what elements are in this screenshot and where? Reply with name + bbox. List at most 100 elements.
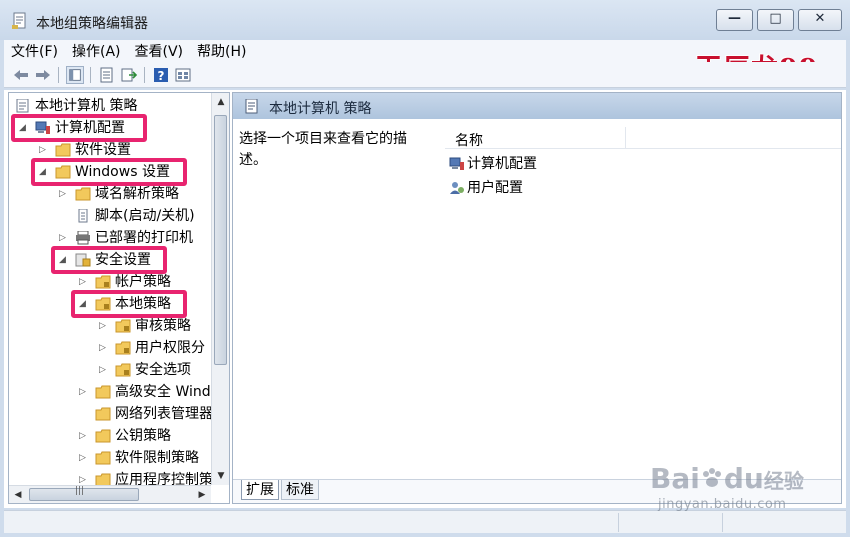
computer-config-icon <box>35 121 50 134</box>
collapse-arrow-icon[interactable]: ▷ <box>79 425 89 447</box>
lock-folder-icon <box>95 297 111 311</box>
paw-icon <box>702 468 721 487</box>
tree-item-label: 公钥策略 <box>115 428 171 444</box>
scroll-thumb[interactable]: ||| <box>29 486 139 501</box>
menu-file[interactable]: 文件(F) <box>4 41 65 61</box>
forward-arrow-icon[interactable] <box>34 66 52 84</box>
properties-icon[interactable] <box>98 66 116 84</box>
tree-item-label: 帐户策略 <box>115 274 171 290</box>
collapse-arrow-icon[interactable]: ▷ <box>59 227 69 249</box>
tree-item-public-key[interactable]: ▷ 公钥策略 <box>13 425 213 447</box>
tree-item-security-options[interactable]: ▷ 安全选项 <box>13 359 213 381</box>
watermark-brand-2: du <box>723 462 764 495</box>
details-pane: 本地计算机 策略 选择一个项目来查看它的描述。 名称 计算机配置 用户配置 扩展… <box>232 92 842 504</box>
column-name[interactable]: 名称 <box>455 130 483 150</box>
tree-item-label: 域名解析策略 <box>95 186 179 202</box>
details-header-title: 本地计算机 策略 <box>269 101 372 117</box>
tree-item-software-restriction[interactable]: ▷ 软件限制策略 <box>13 447 213 469</box>
script-icon <box>78 209 88 223</box>
details-header: 本地计算机 策略 <box>233 93 841 119</box>
tree-item-label: 软件设置 <box>75 142 131 158</box>
collapse-arrow-icon[interactable]: ▷ <box>79 271 89 293</box>
tree-item-security-settings[interactable]: ◢ 安全设置 <box>13 249 213 271</box>
folder-icon <box>95 451 111 465</box>
tree-item-user-rights[interactable]: ▷ 用户权限分 <box>13 337 213 359</box>
scroll-down-icon[interactable]: ▼ <box>212 467 229 485</box>
collapse-arrow-icon[interactable]: ▷ <box>79 447 89 469</box>
toolbar: ? <box>4 62 846 88</box>
tree-item-scripts[interactable]: 脚本(启动/关机) <box>13 205 213 227</box>
show-hide-tree-icon[interactable] <box>66 66 84 84</box>
scroll-thumb[interactable] <box>214 115 227 365</box>
export-list-icon[interactable] <box>120 66 138 84</box>
menu-action[interactable]: 操作(A) <box>65 41 128 61</box>
tree-item-label: 软件限制策略 <box>115 450 199 466</box>
tree-pane: 本地计算机 策略 ◢ 计算机配置 ▷ 软件设置 ◢ Windows 设置 ▷ 域… <box>8 92 230 504</box>
folder-icon <box>55 143 71 157</box>
baidu-watermark: Bai du经验 <box>650 462 804 495</box>
expand-arrow-icon[interactable]: ◢ <box>39 161 49 183</box>
close-icon: ✕ <box>814 11 826 26</box>
tree-item-software-settings[interactable]: ▷ 软件设置 <box>13 139 163 161</box>
tree-root[interactable]: 本地计算机 策略 <box>13 95 153 117</box>
expand-arrow-icon[interactable]: ◢ <box>19 117 29 139</box>
scroll-up-icon[interactable]: ▲ <box>212 93 229 111</box>
tree-item-windows-settings[interactable]: ◢ Windows 设置 <box>13 161 183 183</box>
tree-item-label: Windows 设置 <box>75 164 170 180</box>
lock-folder-icon <box>95 275 111 289</box>
watermark-suffix: 经验 <box>763 469 804 493</box>
computer-config-icon <box>449 157 464 170</box>
policy-editor-icon <box>12 12 26 29</box>
close-button[interactable]: ✕ <box>798 9 842 31</box>
collapse-arrow-icon[interactable]: ▷ <box>99 337 109 359</box>
collapse-arrow-icon[interactable]: ▷ <box>79 381 89 403</box>
watermark-url: jingyan.baidu.com <box>658 497 787 512</box>
status-bar <box>4 510 846 533</box>
tree-item-account-policy[interactable]: ▷ 帐户策略 <box>13 271 213 293</box>
collapse-arrow-icon[interactable]: ▷ <box>99 359 109 381</box>
folder-icon <box>55 165 71 179</box>
filter-view-icon[interactable] <box>174 66 192 84</box>
security-folder-icon <box>75 253 91 267</box>
minimize-icon: — <box>728 11 741 26</box>
tree-item-label: 安全选项 <box>135 362 191 378</box>
collapse-arrow-icon[interactable]: ▷ <box>99 315 109 337</box>
tree-item-computer-config[interactable]: ◢ 计算机配置 <box>13 117 153 139</box>
title-bar: 本地组策略编辑器 — □ ✕ <box>0 0 850 40</box>
help-icon[interactable]: ? <box>152 66 170 84</box>
main-area: 本地计算机 策略 ◢ 计算机配置 ▷ 软件设置 ◢ Windows 设置 ▷ 域… <box>4 90 846 508</box>
tree-vertical-scrollbar[interactable]: ▲ ▼ <box>211 93 229 485</box>
policy-root-icon <box>16 99 29 113</box>
tree-item-advanced-firewall[interactable]: ▷ 高级安全 Wind <box>13 381 213 403</box>
lock-folder-icon <box>115 319 131 333</box>
folder-icon <box>75 187 91 201</box>
tree-item-dns-policy[interactable]: ▷ 域名解析策略 <box>13 183 213 205</box>
tree-item-audit-policy[interactable]: ▷ 审核策略 <box>13 315 213 337</box>
tab-extended[interactable]: 扩展 <box>241 480 279 500</box>
menu-view[interactable]: 查看(V) <box>128 41 191 61</box>
tab-standard[interactable]: 标准 <box>281 480 319 500</box>
collapse-arrow-icon[interactable]: ▷ <box>39 139 49 161</box>
tree-root-label: 本地计算机 策略 <box>35 98 138 114</box>
policy-root-icon <box>245 99 258 114</box>
tree-item-label: 网络列表管理器 <box>115 406 213 422</box>
menu-help[interactable]: 帮助(H) <box>190 41 253 61</box>
description-text: 选择一个项目来查看它的描述。 <box>239 131 407 168</box>
tree-item-local-policy[interactable]: ◢ 本地策略 <box>13 293 213 315</box>
tree-horizontal-scrollbar[interactable]: ◀ ||| ▶ <box>9 485 211 503</box>
tree-item-label: 已部署的打印机 <box>95 230 193 246</box>
expand-arrow-icon[interactable]: ◢ <box>59 249 69 271</box>
expand-arrow-icon[interactable]: ◢ <box>79 293 89 315</box>
maximize-button[interactable]: □ <box>757 9 794 31</box>
collapse-arrow-icon[interactable]: ▷ <box>59 183 69 205</box>
folder-icon <box>95 407 111 421</box>
lock-folder-icon <box>115 363 131 377</box>
minimize-button[interactable]: — <box>716 9 753 31</box>
tree-item-network-list[interactable]: 网络列表管理器 <box>13 403 213 425</box>
window-title: 本地组策略编辑器 <box>36 16 148 32</box>
back-arrow-icon[interactable] <box>12 66 30 84</box>
scroll-right-icon[interactable]: ▶ <box>193 486 211 503</box>
tree-item-printers[interactable]: ▷ 已部署的打印机 <box>13 227 213 249</box>
folder-icon <box>95 429 111 443</box>
scroll-left-icon[interactable]: ◀ <box>9 486 27 503</box>
